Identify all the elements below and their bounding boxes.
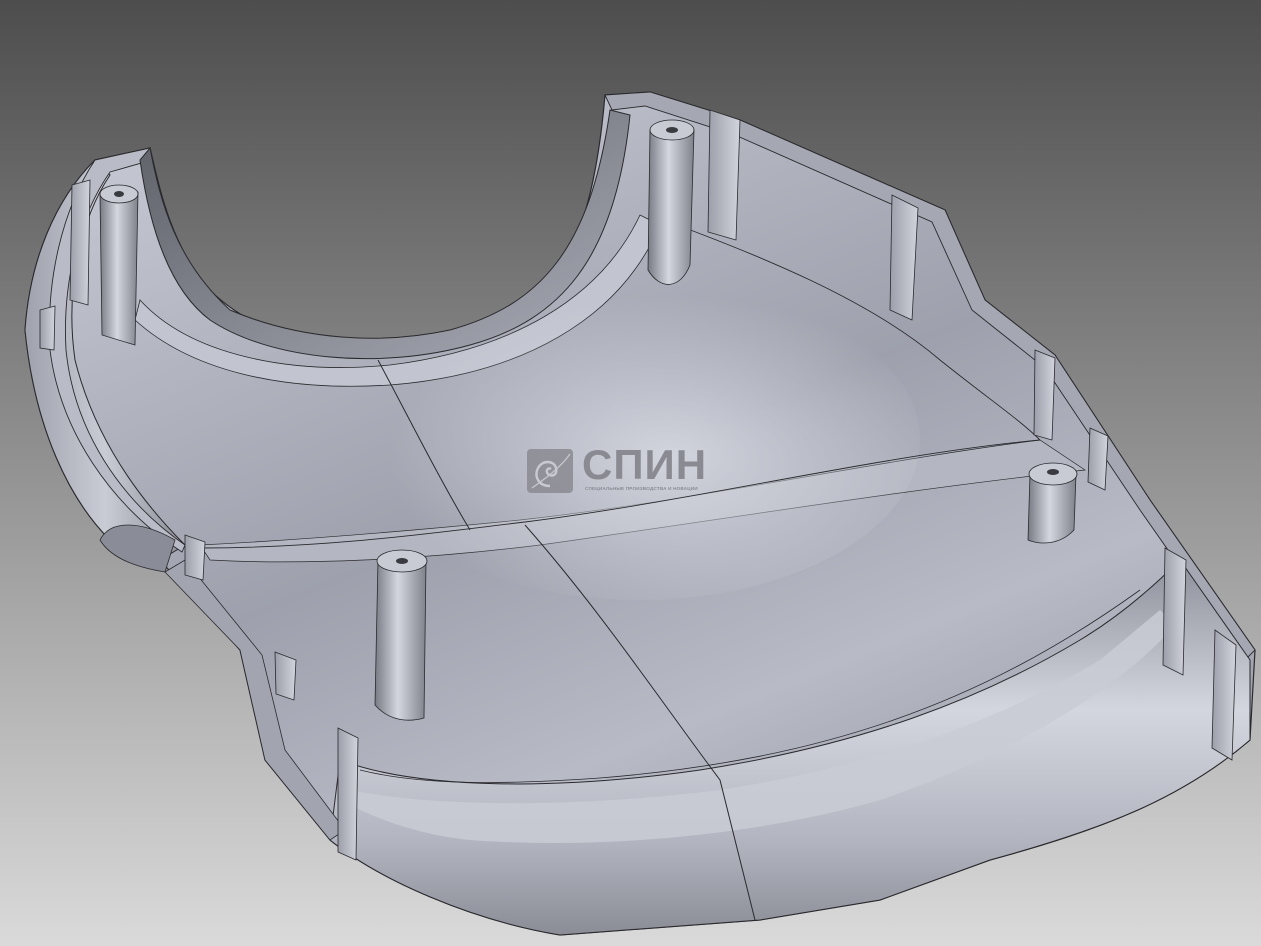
surface-highlight [360,280,920,600]
snap-rib-1 [707,109,741,241]
watermark-subtitle: СПЕЦИАЛЬНЫЕ ПРОИЗВОДСТВА И НОВАЦИИ [585,486,698,491]
snap-rib-8 [39,305,56,351]
snap-rib-10 [274,651,297,701]
swirl-logo-icon [527,449,573,493]
snap-rib-4 [1087,427,1109,491]
watermark-title: СПИН [582,441,708,488]
mounting-boss-3 [1027,462,1078,544]
mounting-boss-4 [374,549,428,721]
snap-rib-7 [69,179,91,306]
snap-rib-3 [1033,349,1056,441]
snap-rib-9 [184,534,206,581]
snap-rib-6 [1211,629,1237,761]
snap-rib-11 [337,727,359,861]
snap-rib-5 [1162,547,1187,676]
mounting-boss-2 [647,119,695,285]
company-watermark: СПИН СПЕЦИАЛЬНЫЕ ПРОИЗВОДСТВА И НОВАЦИИ [526,442,726,496]
mounting-boss-1 [99,184,139,346]
